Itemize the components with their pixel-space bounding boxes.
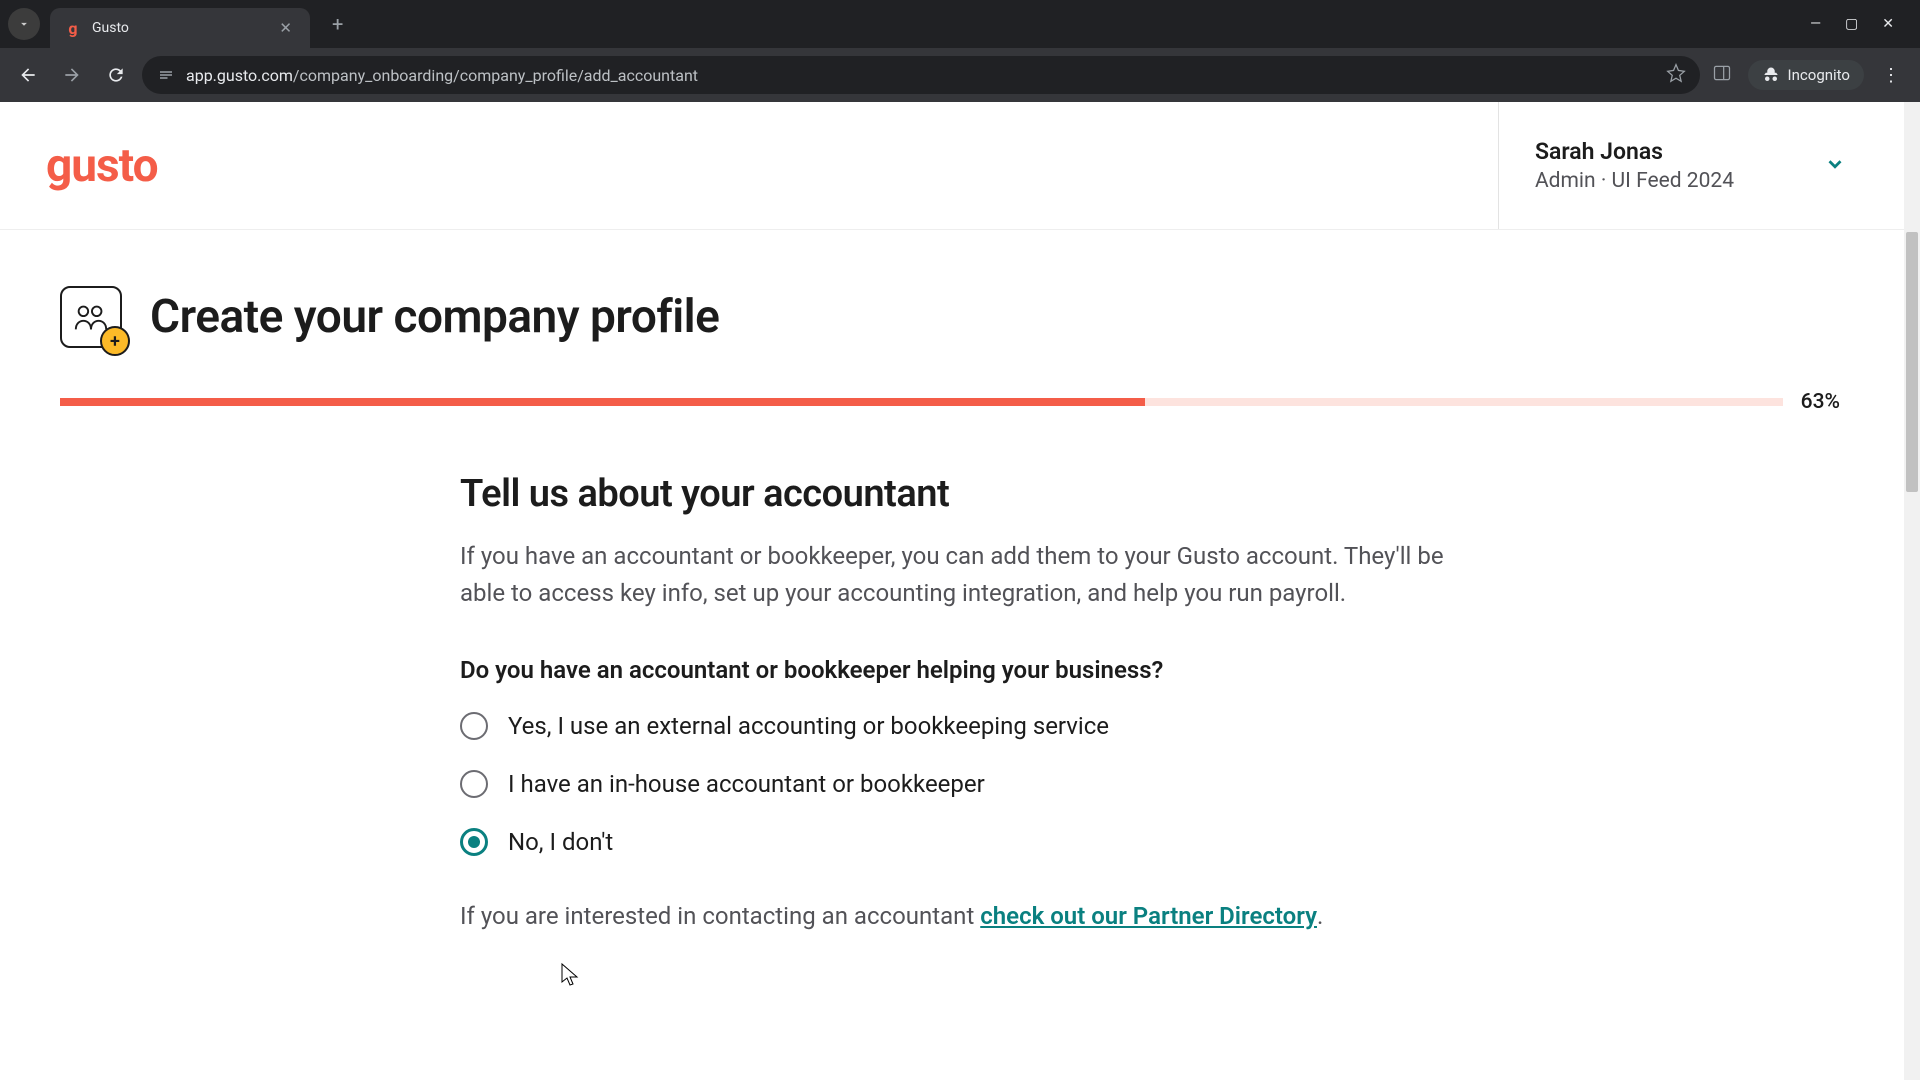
scrollbar-thumb[interactable] (1906, 232, 1918, 492)
user-name: Sarah Jonas (1535, 138, 1734, 165)
tab-strip: g Gusto ✕ + — ▢ ✕ (0, 0, 1920, 48)
browser-tab[interactable]: g Gusto ✕ (50, 8, 310, 48)
user-role: Admin · UI Feed 2024 (1535, 169, 1734, 193)
minimize-button[interactable]: — (1810, 16, 1821, 32)
gusto-favicon-icon: g (64, 19, 82, 37)
accountant-question: Do you have an accountant or bookkeeper … (460, 656, 1480, 684)
partner-directory-footnote: If you are interested in contacting an a… (460, 902, 1480, 930)
page-title-row: + Create your company profile (60, 286, 1840, 348)
radio-icon (460, 828, 488, 856)
partner-directory-link[interactable]: check out our Partner Directory (980, 902, 1317, 930)
incognito-indicator[interactable]: Incognito (1748, 60, 1864, 90)
radio-label: No, I don't (508, 828, 613, 856)
side-panel-icon[interactable] (1712, 63, 1732, 87)
site-info-icon[interactable] (156, 65, 176, 85)
radio-option-external[interactable]: Yes, I use an external accounting or boo… (460, 712, 1480, 740)
page-viewport: gusto Sarah Jonas Admin · UI Feed 2024 (0, 102, 1920, 1080)
radio-label: Yes, I use an external accounting or boo… (508, 712, 1109, 740)
company-profile-icon: + (60, 286, 122, 348)
tab-title: Gusto (92, 20, 275, 36)
radio-group-accountant: Yes, I use an external accounting or boo… (460, 712, 1480, 856)
url-text: app.gusto.com/company_onboarding/company… (186, 66, 1656, 85)
bookmark-star-icon[interactable] (1666, 63, 1686, 87)
progress-bar (60, 398, 1783, 406)
radio-label: I have an in-house accountant or bookkee… (508, 770, 985, 798)
new-tab-button[interactable]: + (324, 8, 351, 40)
radio-option-none[interactable]: No, I don't (460, 828, 1480, 856)
chevron-down-icon (1824, 153, 1846, 179)
incognito-label: Incognito (1788, 66, 1850, 84)
forward-button[interactable] (54, 57, 90, 93)
tab-search-dropdown[interactable] (8, 8, 40, 40)
footnote-suffix: . (1317, 902, 1323, 930)
page-title: Create your company profile (150, 290, 719, 344)
user-menu[interactable]: Sarah Jonas Admin · UI Feed 2024 (1498, 102, 1874, 229)
browser-menu-icon[interactable]: ⋮ (1872, 65, 1910, 86)
user-info: Sarah Jonas Admin · UI Feed 2024 (1535, 138, 1734, 193)
plus-badge-icon: + (100, 326, 130, 356)
back-button[interactable] (10, 57, 46, 93)
radio-icon (460, 770, 488, 798)
address-bar: app.gusto.com/company_onboarding/company… (0, 48, 1920, 102)
gusto-logo[interactable]: gusto (46, 139, 158, 193)
footnote-prefix: If you are interested in contacting an a… (460, 902, 980, 930)
progress-row: 63% (60, 390, 1840, 414)
radio-icon (460, 712, 488, 740)
section-heading: Tell us about your accountant (460, 472, 1480, 516)
app-header: gusto Sarah Jonas Admin · UI Feed 2024 (0, 102, 1920, 230)
window-controls: — ▢ ✕ (1810, 16, 1912, 32)
close-tab-icon[interactable]: ✕ (275, 17, 296, 39)
incognito-icon (1762, 66, 1780, 84)
reload-button[interactable] (98, 57, 134, 93)
close-window-button[interactable]: ✕ (1882, 16, 1894, 32)
progress-percent: 63% (1801, 390, 1840, 414)
url-field[interactable]: app.gusto.com/company_onboarding/company… (142, 56, 1700, 94)
radio-option-inhouse[interactable]: I have an in-house accountant or bookkee… (460, 770, 1480, 798)
section-description: If you have an accountant or bookkeeper,… (460, 538, 1480, 612)
progress-fill (60, 398, 1145, 406)
maximize-button[interactable]: ▢ (1845, 16, 1858, 32)
scrollbar-track[interactable] (1904, 102, 1920, 1080)
